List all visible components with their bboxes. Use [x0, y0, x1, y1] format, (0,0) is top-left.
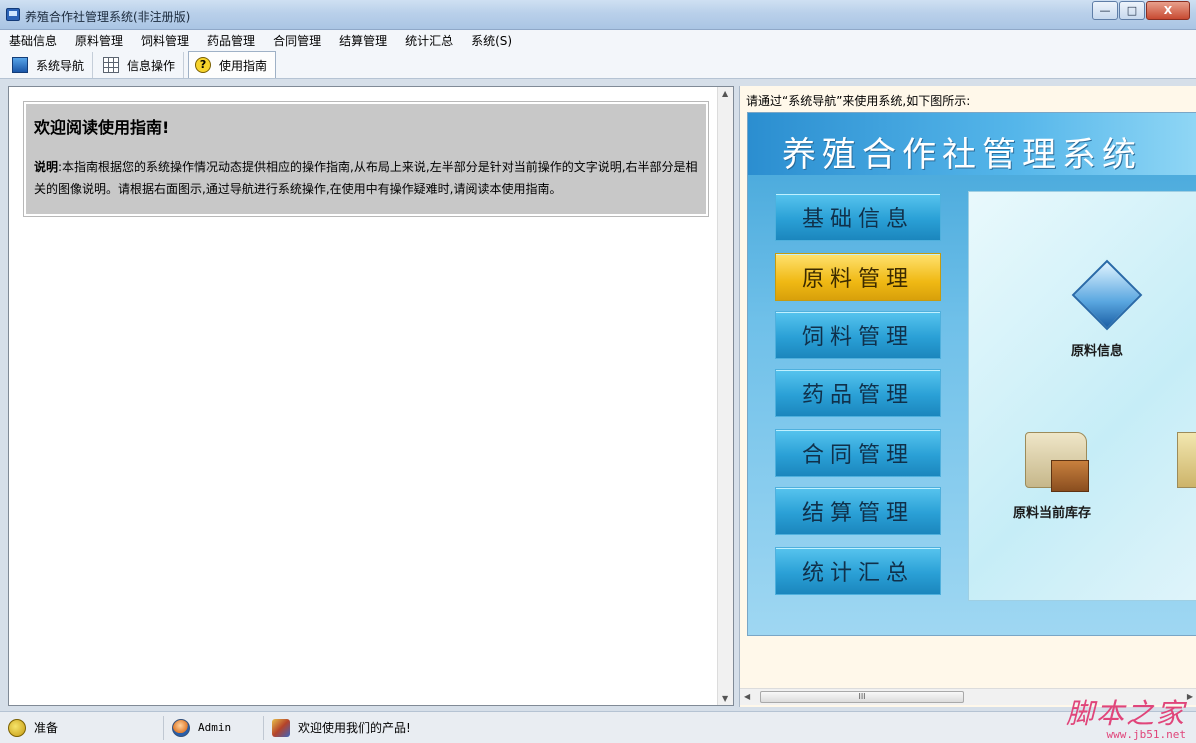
- preview-nav-medicine: 药品管理: [775, 369, 941, 417]
- preview-nav-settlement: 结算管理: [775, 487, 941, 535]
- status-welcome-text: 欢迎使用我们的产品!: [298, 721, 411, 735]
- menu-bar: 基础信息 原料管理 饲料管理 药品管理 合同管理 结算管理 统计汇总 系统(S): [0, 30, 1196, 51]
- help-icon: ?: [195, 57, 212, 73]
- status-user-text: Admin: [198, 721, 232, 734]
- preview-nav-statistics: 统计汇总: [775, 547, 941, 595]
- status-ready-text: 准备: [34, 721, 59, 735]
- status-welcome-cell: 欢迎使用我们的产品!: [264, 716, 524, 740]
- menu-material[interactable]: 原料管理: [66, 32, 132, 49]
- title-bar: 养殖合作社管理系统(非注册版) — □ X: [0, 0, 1196, 30]
- material-info-label: 原料信息: [1071, 344, 1124, 359]
- user-icon: [172, 718, 190, 737]
- preview-nav-contract: 合同管理: [775, 429, 941, 477]
- window-title: 养殖合作社管理系统(非注册版): [25, 10, 191, 24]
- preview-title: 养殖合作社管理系统: [782, 135, 1142, 175]
- tab-user-guide[interactable]: ? 使用指南: [188, 51, 277, 78]
- status-bar: 准备 Admin 欢迎使用我们的产品!: [0, 711, 1196, 743]
- status-ready-cell: 准备: [0, 715, 164, 740]
- watermark-main: 脚本之家: [1065, 697, 1186, 730]
- menu-feed[interactable]: 饲料管理: [132, 32, 198, 49]
- window-controls: — □ X: [1091, 1, 1190, 20]
- welcome-box: 欢迎阅读使用指南! 说明:本指南根据您的系统操作情况动态提供相应的操作指南,从布…: [23, 101, 709, 217]
- navigation-preview-image: 养殖合作社管理系统 基础信息 原料管理 饲料管理 药品管理 合同管理 结算管理 …: [747, 112, 1196, 636]
- product-icon: [272, 718, 290, 737]
- scroll-up-icon[interactable]: ▲: [722, 89, 728, 98]
- maximize-button[interactable]: □: [1119, 1, 1145, 20]
- welcome-inner: 欢迎阅读使用指南! 说明:本指南根据您的系统操作情况动态提供相应的操作指南,从布…: [26, 104, 706, 214]
- guide-vertical-scrollbar[interactable]: ▲ ▼: [717, 87, 733, 705]
- scroll-right-icon[interactable]: ▶: [1187, 692, 1193, 701]
- app-icon: [6, 8, 20, 21]
- menu-settlement[interactable]: 结算管理: [330, 32, 396, 49]
- tab-label: 使用指南: [219, 58, 268, 73]
- preview-nav-feed: 饲料管理: [775, 311, 941, 359]
- material-info-icon: [1071, 259, 1143, 331]
- scrollbar-thumb[interactable]: III: [760, 691, 964, 703]
- grid-icon: [103, 57, 120, 73]
- crate-icon: [1051, 460, 1089, 492]
- guide-image-pane: 请通过“系统导航”来使用系统,如下图所示: 养殖合作社管理系统 基础信息 原料管…: [739, 86, 1196, 707]
- preview-nav-material: 原料管理: [775, 253, 941, 301]
- guide-title: 欢迎阅读使用指南!: [34, 118, 170, 137]
- minimize-button[interactable]: —: [1092, 1, 1118, 20]
- status-user-cell: Admin: [164, 715, 264, 740]
- preview-header: 养殖合作社管理系统: [748, 113, 1196, 175]
- tab-label: 系统导航: [36, 58, 85, 73]
- scroll-left-icon[interactable]: ◀: [744, 692, 750, 701]
- guide-desc-label: 说明: [34, 160, 59, 174]
- monitor-icon: [12, 57, 28, 73]
- preview-content-panel: 原料信息 原料当前库存: [968, 191, 1196, 601]
- guide-desc-text: :本指南根据您的系统操作情况动态提供相应的操作指南,从布局上来说,左半部分是针对…: [34, 160, 698, 196]
- menu-medicine[interactable]: 药品管理: [198, 32, 264, 49]
- guide-text-pane: 欢迎阅读使用指南! 说明:本指南根据您的系统操作情况动态提供相应的操作指南,从布…: [8, 86, 734, 706]
- close-button[interactable]: X: [1146, 1, 1190, 20]
- tab-label: 信息操作: [127, 58, 176, 73]
- menu-statistics[interactable]: 统计汇总: [396, 32, 462, 49]
- preview-nav-basic-info: 基础信息: [775, 193, 941, 241]
- tab-bar: 系统导航 信息操作 ? 使用指南: [0, 51, 1196, 79]
- partial-folder-icon: [1177, 432, 1196, 488]
- scroll-down-icon[interactable]: ▼: [722, 694, 728, 703]
- menu-system[interactable]: 系统(S): [462, 32, 521, 49]
- material-stock-label: 原料当前库存: [1013, 506, 1092, 521]
- image-caption: 请通过“系统导航”来使用系统,如下图所示:: [746, 94, 971, 108]
- tab-system-nav[interactable]: 系统导航: [6, 52, 94, 78]
- guide-description: 说明:本指南根据您的系统操作情况动态提供相应的操作指南,从布局上来说,左半部分是…: [34, 156, 698, 200]
- menu-basic-info[interactable]: 基础信息: [0, 32, 66, 49]
- tab-info-ops[interactable]: 信息操作: [97, 52, 185, 78]
- menu-contract[interactable]: 合同管理: [264, 32, 330, 49]
- watermark: 脚本之家 www.jb51.net: [1066, 692, 1186, 741]
- ready-icon: [8, 718, 26, 737]
